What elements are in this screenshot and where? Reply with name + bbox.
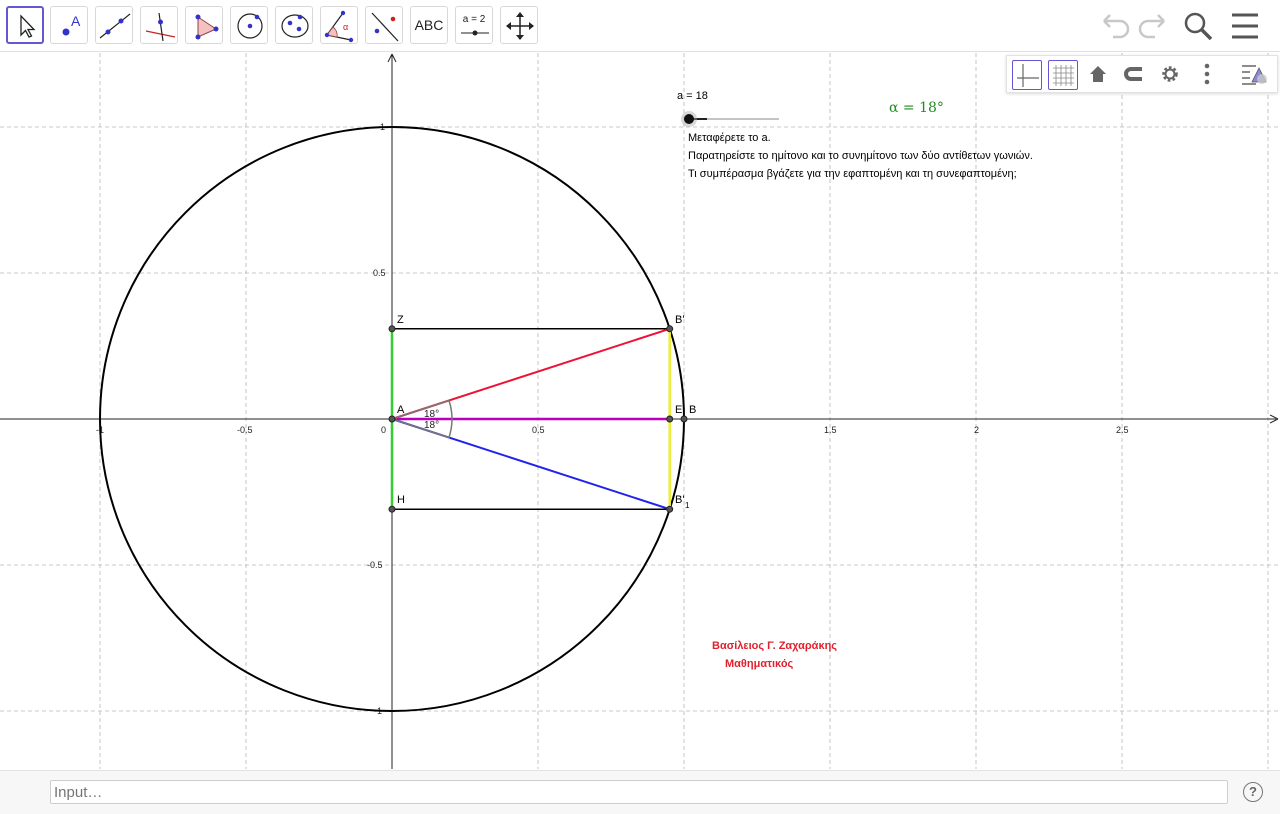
angle-value-text: α = 18°: [889, 100, 944, 116]
style-bar-icon: [1242, 65, 1267, 85]
graphics-settings-button[interactable]: [1156, 60, 1186, 90]
label-b1prime-subscript: 1: [685, 501, 690, 510]
point-a: [388, 415, 396, 423]
move-arrows-icon: [506, 12, 534, 40]
graphics-view[interactable]: -1 -0.5 0 0.5 1.5 2 2.5 1 0.5 -0.5 -1 18…: [0, 53, 1280, 769]
y-tick-label: 0.5: [373, 268, 386, 278]
move-view-tool-button[interactable]: [500, 6, 538, 44]
angle-label-lower: 18°: [424, 420, 439, 431]
line-icon: [99, 13, 131, 39]
point-b1prime: [666, 505, 674, 513]
search-icon: [1184, 12, 1213, 41]
point-b: [680, 415, 688, 423]
instruction-line: Παρατηρείστε το ημίτονο και το συνημίτον…: [688, 150, 1033, 162]
axes: [0, 53, 1279, 769]
perpendicular-tool-button[interactable]: [140, 6, 178, 44]
label-z: Z: [397, 314, 404, 326]
grid-icon: [1053, 65, 1074, 86]
text-tool-button[interactable]: ABC: [410, 6, 448, 44]
toolbar: A α ABC a = 2: [0, 0, 1280, 52]
slider-tool-button[interactable]: a = 2: [455, 6, 493, 44]
magnet-icon: [1124, 67, 1142, 81]
toggle-axes-button[interactable]: [1012, 60, 1042, 90]
toggle-grid-button[interactable]: [1048, 60, 1078, 90]
reflect-tool-button[interactable]: [365, 6, 403, 44]
angle-icon: [324, 10, 354, 43]
angle-tool-button[interactable]: α: [320, 6, 358, 44]
label-b1prime: B': [675, 494, 684, 506]
angle-label-upper: 18°: [424, 409, 439, 420]
angle-tool-label: α: [343, 22, 349, 32]
label-bprime: B': [675, 314, 684, 326]
redo-button[interactable]: [1136, 8, 1170, 49]
slider-handle: [684, 114, 694, 124]
point-bprime: [666, 325, 674, 333]
axes-icon: [1017, 64, 1039, 87]
point-capturing-button[interactable]: [1120, 60, 1150, 90]
help-button[interactable]: ?: [1243, 782, 1263, 802]
point-e: [666, 415, 674, 423]
point-h: [388, 505, 396, 513]
author-title: Μαθηματικός: [725, 658, 794, 670]
cursor-arrow-icon: [20, 14, 36, 38]
point-tool-button[interactable]: A: [50, 6, 88, 44]
conic-tool-button[interactable]: [275, 6, 313, 44]
input-bar: ?: [0, 770, 1280, 814]
x-tick-label: 0.5: [532, 425, 545, 435]
search-button[interactable]: [1180, 8, 1216, 49]
x-tick-label: 1.5: [824, 425, 837, 435]
x-tick-label: 0: [381, 425, 386, 435]
polygon-tool-button[interactable]: [185, 6, 223, 44]
instruction-line: Τι συμπέρασμα βγάζετε για την εφαπτομένη…: [688, 168, 1017, 180]
x-tick-label: 2: [974, 425, 979, 435]
reflect-line-icon: [371, 12, 399, 42]
move-tool-button[interactable]: [6, 6, 44, 44]
undo-button[interactable]: [1098, 8, 1132, 49]
point-tool-label: A: [71, 13, 81, 29]
point-icon: [62, 28, 70, 36]
y-tick-label: -0.5: [367, 560, 383, 570]
text-tool-label: ABC: [414, 17, 444, 33]
polygon-icon: [195, 14, 219, 40]
point-z: [388, 325, 396, 333]
label-b: B: [689, 404, 696, 416]
algebra-input-field[interactable]: [50, 780, 1228, 804]
slider-a[interactable]: [681, 111, 779, 127]
gear-icon: [1162, 66, 1178, 82]
kebab-menu-icon: [1204, 63, 1210, 85]
ellipse-icon: [281, 14, 309, 38]
style-bar-toggle-button[interactable]: [1238, 60, 1268, 90]
home-icon: [1090, 66, 1106, 82]
label-h: H: [397, 494, 405, 506]
x-tick-label: -0.5: [237, 425, 253, 435]
grid: [0, 53, 1280, 769]
slider-label: a = 18: [677, 90, 708, 102]
x-tick-label: 2.5: [1116, 425, 1129, 435]
circle-tool-button[interactable]: [230, 6, 268, 44]
line-tool-button[interactable]: [95, 6, 133, 44]
label-e: E: [675, 404, 682, 416]
undo-icon: [1103, 14, 1130, 39]
hamburger-menu-icon: [1232, 13, 1258, 39]
slider-icon: [461, 30, 489, 36]
perpendicular-line-icon: [145, 12, 176, 42]
circle-icon: [237, 13, 263, 39]
point-labels: A B B' B' 1 Z H E: [397, 314, 696, 510]
main-menu-button[interactable]: [1228, 8, 1264, 49]
more-options-button[interactable]: [1192, 60, 1222, 90]
instruction-line: Μεταφέρετε το a.: [688, 132, 771, 144]
standard-view-button[interactable]: [1084, 60, 1114, 90]
redo-icon: [1138, 14, 1165, 39]
label-a: A: [397, 404, 405, 416]
author-name: Βασίλειος Γ. Ζαχαράκης: [712, 640, 838, 652]
style-bar: [1006, 55, 1278, 93]
